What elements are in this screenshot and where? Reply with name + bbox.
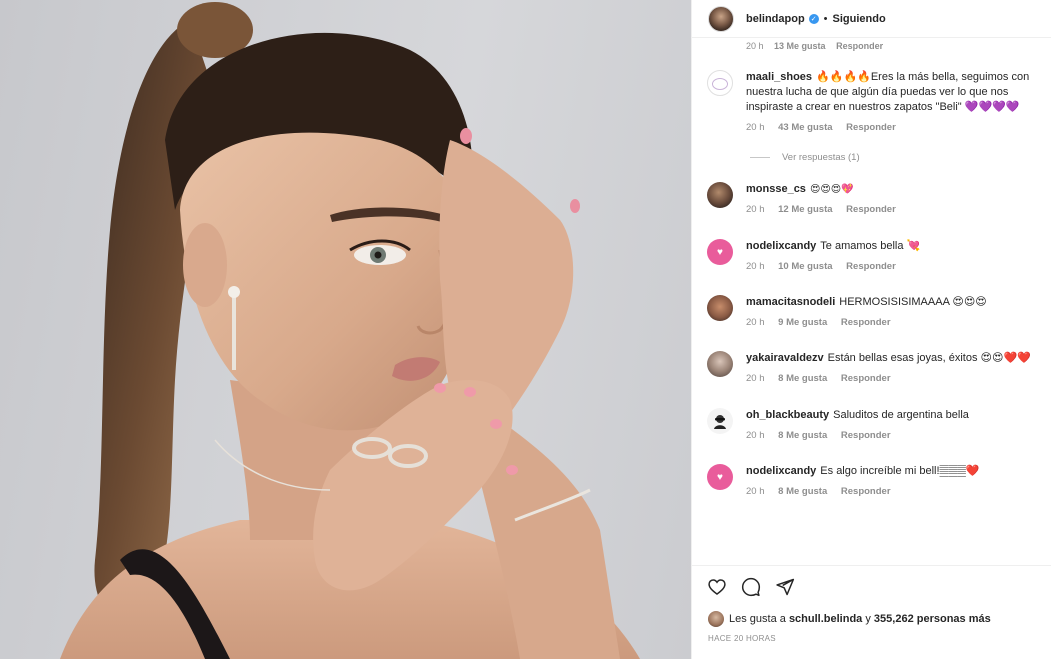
paper-plane-icon <box>776 578 795 596</box>
commenter-avatar[interactable] <box>707 70 733 96</box>
comment-body: Es algo increíble mi bell!𝄛𝄛𝄛❤️ <box>820 465 980 477</box>
reply-button[interactable]: Responder <box>841 430 891 441</box>
view-replies-label: Ver respuestas (1) <box>782 152 860 163</box>
comment-likes[interactable]: 8 Me gusta <box>778 486 827 497</box>
comment-body: 😍😍😍💖 <box>809 184 854 195</box>
commenter-avatar[interactable] <box>707 182 733 208</box>
speech-bubble-icon <box>741 577 761 597</box>
comment-meta: 20 h 12 Me gusta Responder <box>746 204 1041 215</box>
portrait-illustration <box>60 2 640 659</box>
likes-connector: y <box>865 613 871 625</box>
heart-outline-icon <box>708 579 726 596</box>
commenter-username[interactable]: oh_blackbeauty <box>746 409 829 421</box>
comment-meta: 20 h 43 Me gusta Responder <box>746 122 1041 133</box>
comment-body: HERMOSISISIMAAAA 😍😍😍 <box>839 296 987 308</box>
comment-meta: 20 h 8 Me gusta Responder <box>746 430 1041 441</box>
commenter-avatar[interactable] <box>707 351 733 377</box>
comment-time: 20 h <box>746 122 765 133</box>
user-silhouette-icon <box>714 415 726 429</box>
comment-time: 20 h <box>746 430 765 441</box>
likes-count[interactable]: 355,262 personas más <box>874 613 991 625</box>
reply-button[interactable]: Responder <box>846 122 896 133</box>
reply-button[interactable]: Responder <box>841 486 891 497</box>
comment-body: Te amamos bella 💘 <box>820 240 921 252</box>
comment-item: ♥ nodelixcandy Te amamos bella 💘 20 h 10 … <box>707 239 1042 272</box>
reply-button[interactable]: Responder <box>846 204 896 215</box>
comment-time: 20 h <box>746 204 765 215</box>
replies-divider <box>750 157 770 158</box>
comment-text: oh_blackbeauty Saluditos de argentina bel… <box>746 408 1041 423</box>
comments-panel: belindapop ✓ • Siguiendo 20 h 13 Me gust… <box>691 0 1051 659</box>
post-photo[interactable] <box>0 0 691 659</box>
commenter-avatar[interactable]: ♥ <box>707 239 733 265</box>
comment-item: ♥ nodelixcandy Es algo increíble mi bell!… <box>707 464 1042 497</box>
comment-time: 20 h <box>746 317 765 328</box>
comment-likes[interactable]: 8 Me gusta <box>778 373 827 384</box>
liker-avatar <box>708 611 724 627</box>
following-button[interactable]: Siguiendo <box>833 13 886 25</box>
commenter-username[interactable]: maali_shoes <box>746 71 812 83</box>
comment-item: mamacitasnodeli HERMOSISISIMAAAA 😍😍😍 20 h… <box>707 295 1042 328</box>
comment-likes[interactable]: 13 Me gusta <box>774 41 826 51</box>
commenter-avatar[interactable] <box>707 408 733 434</box>
heart-icon: ♥ <box>717 471 723 483</box>
comment-button[interactable] <box>740 576 762 598</box>
liker-username[interactable]: schull.belinda <box>789 613 862 625</box>
author-username[interactable]: belindapop <box>746 13 805 25</box>
comment-time: 20 h <box>746 373 765 384</box>
post-modal: belindapop ✓ • Siguiendo 20 h 13 Me gust… <box>0 0 1051 659</box>
author-avatar[interactable] <box>708 5 734 32</box>
commenter-username[interactable]: mamacitasnodeli <box>746 296 835 308</box>
reply-button[interactable]: Responder <box>841 317 891 328</box>
comment-meta: 20 h 10 Me gusta Responder <box>746 261 1041 272</box>
post-timestamp[interactable]: HACE 20 HORAS <box>708 634 776 643</box>
comment-item: maali_shoes 🔥🔥🔥🔥Eres la más bella, seguim… <box>707 70 1042 133</box>
reply-button[interactable]: Responder <box>836 41 883 51</box>
heart-icon: ♥ <box>717 246 723 258</box>
comment-likes[interactable]: 8 Me gusta <box>778 430 827 441</box>
comment-likes[interactable]: 9 Me gusta <box>778 317 827 328</box>
post-actions-footer: Les gusta a schull.belinda y 355,262 per… <box>692 565 1051 659</box>
comment-item: yakairavaldezv Están bellas esas joyas, é… <box>707 351 1042 384</box>
commenter-username[interactable]: nodelixcandy <box>746 240 816 252</box>
comment-likes[interactable]: 43 Me gusta <box>778 122 832 133</box>
comment-body: Están bellas esas joyas, éxitos 😍😍❤️❤️ <box>827 352 1031 364</box>
header-separator: • <box>823 12 828 25</box>
share-button[interactable] <box>774 576 796 598</box>
comment-likes[interactable]: 10 Me gusta <box>778 261 832 272</box>
comment-text: nodelixcandy Te amamos bella 💘 <box>746 239 1041 254</box>
comment-text: monsse_cs 😍😍😍💖 <box>746 182 1041 197</box>
comment-time: 20 h <box>746 486 765 497</box>
commenter-username[interactable]: nodelixcandy <box>746 465 816 477</box>
comments-list[interactable]: 20 h 13 Me gusta Responder maali_shoes 🔥🔥… <box>692 38 1051 565</box>
likes-summary[interactable]: Les gusta a schull.belinda y 355,262 per… <box>708 611 991 627</box>
comment-meta: 20 h 8 Me gusta Responder <box>746 486 1041 497</box>
comment-item: monsse_cs 😍😍😍💖 20 h 12 Me gusta Responder <box>707 182 1042 215</box>
comment-likes[interactable]: 12 Me gusta <box>778 204 832 215</box>
like-button[interactable] <box>706 576 728 598</box>
view-replies-button[interactable]: Ver respuestas (1) <box>750 152 860 163</box>
comment-text: mamacitasnodeli HERMOSISISIMAAAA 😍😍😍 <box>746 295 1041 310</box>
comment-time: 20 h <box>746 41 764 51</box>
comment-meta: 20 h 9 Me gusta Responder <box>746 317 1041 328</box>
reply-button[interactable]: Responder <box>846 261 896 272</box>
likes-prefix: Les gusta a <box>729 613 786 625</box>
verified-badge-icon: ✓ <box>808 13 819 24</box>
comment-text: nodelixcandy Es algo increíble mi bell!𝄛𝄛… <box>746 464 1041 479</box>
comment-time: 20 h <box>746 261 765 272</box>
post-header: belindapop ✓ • Siguiendo <box>692 0 1051 38</box>
comment-text: maali_shoes 🔥🔥🔥🔥Eres la más bella, seguim… <box>746 70 1041 115</box>
commenter-username[interactable]: yakairavaldezv <box>746 352 824 364</box>
comment-item: oh_blackbeauty Saluditos de argentina bel… <box>707 408 1042 441</box>
comment-meta: 20 h 8 Me gusta Responder <box>746 373 1041 384</box>
commenter-avatar[interactable]: ♥ <box>707 464 733 490</box>
action-bar <box>706 576 796 598</box>
reply-button[interactable]: Responder <box>841 373 891 384</box>
commenter-avatar[interactable] <box>707 295 733 321</box>
comment-body: Saluditos de argentina bella <box>833 409 969 421</box>
partial-comment-meta: 20 h 13 Me gusta Responder <box>746 41 883 51</box>
commenter-username[interactable]: monsse_cs <box>746 183 806 195</box>
comment-text: yakairavaldezv Están bellas esas joyas, é… <box>746 351 1041 366</box>
